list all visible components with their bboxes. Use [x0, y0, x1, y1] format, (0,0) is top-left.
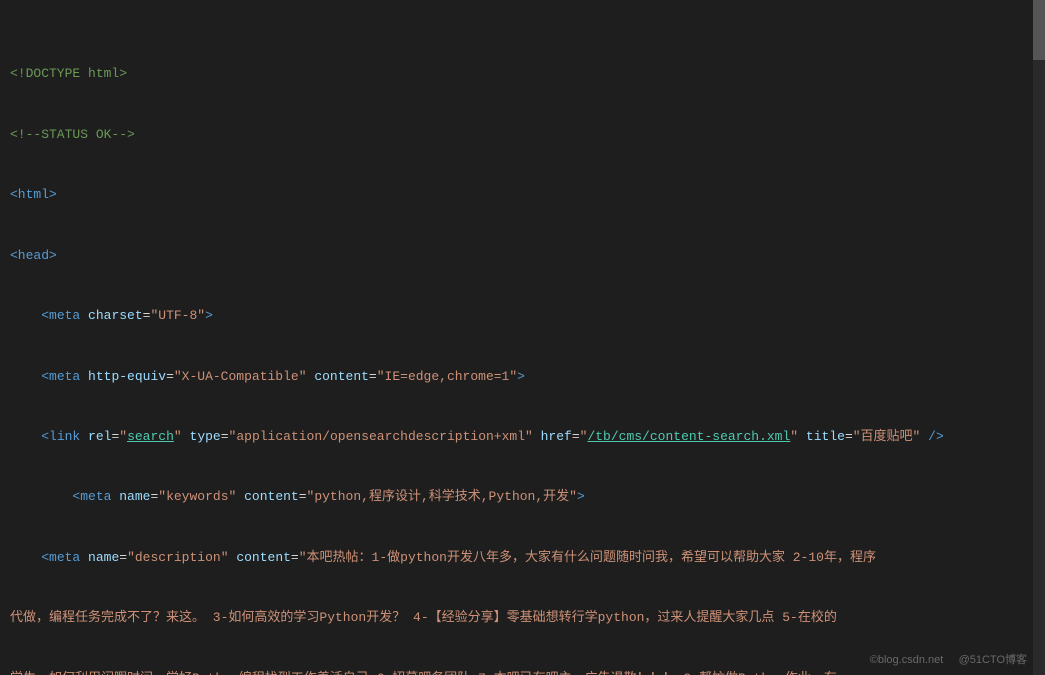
- line-7: <link rel="search" type="application/ope…: [8, 427, 1033, 447]
- line-5: <meta charset="UTF-8">: [8, 306, 1033, 326]
- line-10: 代做，编程任务完成不了？来这。 3-如何高效的学习Python开发？ 4-【经验…: [8, 608, 1033, 628]
- line-8: <meta name="keywords" content="python,程序…: [8, 487, 1033, 507]
- line-4: <head>: [8, 246, 1033, 266]
- line-3: <html>: [8, 185, 1033, 205]
- watermark-text: ©blog.csdn.net @51CTO博客: [870, 654, 1027, 666]
- scrollbar-thumb[interactable]: [1033, 0, 1045, 60]
- line-9: <meta name="description" content="本吧热帖：1…: [8, 548, 1033, 568]
- line-1: <!DOCTYPE html>: [8, 64, 1033, 84]
- code-area: <!DOCTYPE html> <!--STATUS OK--> <html> …: [0, 0, 1033, 675]
- watermark: ©blog.csdn.net @51CTO博客: [870, 651, 1027, 667]
- line-6: <meta http-equiv="X-UA-Compatible" conte…: [8, 367, 1033, 387]
- editor-container: <!DOCTYPE html> <!--STATUS OK--> <html> …: [0, 0, 1045, 675]
- scrollbar-track[interactable]: [1033, 0, 1045, 675]
- line-11: 学生，如何利用闲暇时间，学好Python编程找到工作养活自己 6-招募吧务团队 …: [8, 669, 1033, 675]
- line-2: <!--STATUS OK-->: [8, 125, 1033, 145]
